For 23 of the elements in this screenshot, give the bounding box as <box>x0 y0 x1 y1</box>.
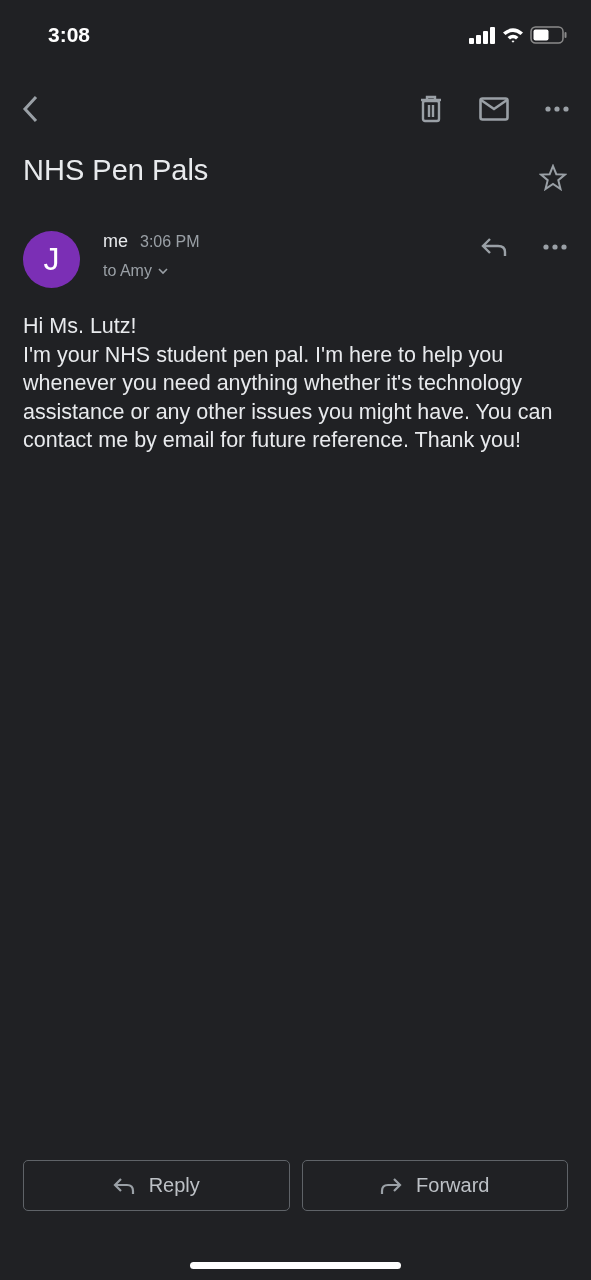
avatar: J <box>23 231 80 288</box>
star-icon[interactable] <box>539 164 567 191</box>
reply-icon[interactable] <box>481 237 507 257</box>
more-icon[interactable] <box>545 106 569 112</box>
more-icon[interactable] <box>543 244 567 250</box>
reply-button[interactable]: Reply <box>23 1160 290 1211</box>
back-icon[interactable] <box>22 95 38 123</box>
chevron-down-icon[interactable] <box>157 267 168 275</box>
wifi-icon <box>502 27 524 43</box>
signal-icon <box>469 26 496 44</box>
sent-time: 3:06 PM <box>140 233 200 251</box>
forward-icon <box>380 1176 403 1195</box>
message-text: I'm your NHS student pen pal. I'm here to help you whenever you need anything whether it's technology assistance or any other issues you might have. You can contact me by email for future reference. Thank you! <box>23 341 554 454</box>
battery-icon <box>530 26 567 44</box>
mail-icon[interactable] <box>479 97 509 121</box>
forward-button[interactable]: Forward <box>301 1160 568 1211</box>
email-subject: NHS Pen Pals <box>23 154 209 187</box>
greeting-text: Hi Ms. Lutz! <box>23 313 138 340</box>
reply-icon <box>112 1176 135 1195</box>
status-time: 3:08 <box>48 23 91 47</box>
recipient-text: to Amy <box>103 262 152 280</box>
trash-icon[interactable] <box>419 95 443 123</box>
sender-name: me <box>103 231 128 252</box>
